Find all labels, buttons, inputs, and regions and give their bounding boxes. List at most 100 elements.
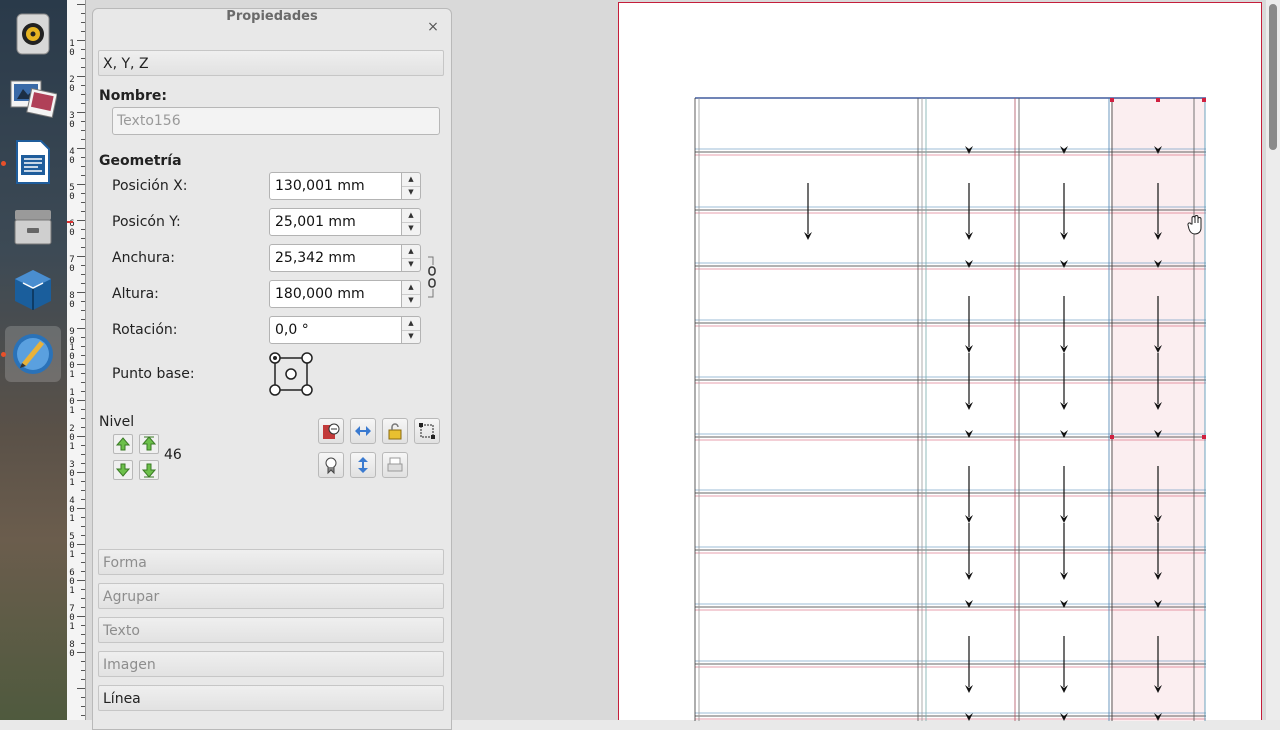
- ruler-tick: [81, 175, 85, 176]
- ruler-tick: [81, 85, 85, 86]
- ruler-tick: [81, 355, 85, 356]
- printing-icon[interactable]: [382, 452, 408, 478]
- position-y-stepper[interactable]: ▲ ▼: [402, 208, 421, 236]
- position-x-stepper[interactable]: ▲ ▼: [402, 172, 421, 200]
- ruler-number: 0: [69, 300, 75, 310]
- stepper-down-icon[interactable]: ▼: [402, 330, 420, 343]
- ruler-number: 0: [69, 84, 75, 94]
- stepper-up-icon[interactable]: ▲: [402, 281, 420, 295]
- ruler-tick: [81, 211, 85, 212]
- image-section-header[interactable]: Imagen: [98, 651, 444, 677]
- line-section-header[interactable]: Línea: [98, 685, 444, 711]
- rotation-stepper[interactable]: ▲ ▼: [402, 316, 421, 344]
- running-indicator: [1, 352, 6, 357]
- position-x-input[interactable]: 130,001 mm: [269, 172, 402, 200]
- lock-icon[interactable]: [382, 418, 408, 444]
- level-bottom-icon[interactable]: [139, 460, 159, 480]
- ruler-tick: [81, 229, 85, 230]
- hand-cursor-icon: [1186, 214, 1204, 240]
- height-input[interactable]: 180,000 mm: [269, 280, 402, 308]
- ruler-tick: [81, 22, 85, 23]
- ruler-tick: [81, 526, 85, 527]
- stepper-down-icon[interactable]: ▼: [402, 294, 420, 307]
- ruler-tick: [81, 166, 85, 167]
- ruler-number: 0: [69, 120, 75, 130]
- shape-section-header[interactable]: Forma: [98, 549, 444, 575]
- ruler-tick: [81, 310, 85, 311]
- ruler-tick: [77, 148, 85, 149]
- text-flow-around-icon[interactable]: [318, 452, 344, 478]
- ruler-tick: [81, 319, 85, 320]
- sound-app-icon[interactable]: [5, 6, 61, 62]
- stepper-up-icon[interactable]: ▲: [402, 245, 420, 259]
- virtualbox-icon[interactable]: [5, 262, 61, 318]
- scribus-icon[interactable]: [5, 326, 61, 382]
- ruler-number: 1: [69, 478, 75, 488]
- ruler-number: 1: [69, 622, 75, 632]
- ruler-tick: [77, 508, 85, 509]
- height-stepper[interactable]: ▲ ▼: [402, 280, 421, 308]
- height-label: Altura:: [112, 286, 159, 302]
- ruler-tick: [81, 58, 85, 59]
- arrow-head: [965, 146, 973, 154]
- stepper-up-icon[interactable]: ▲: [402, 209, 420, 223]
- ruler-number: 1: [69, 406, 75, 416]
- position-y-input[interactable]: 25,001 mm: [269, 208, 402, 236]
- ruler-tick: [81, 382, 85, 383]
- link-ratio-chain-icon[interactable]: [427, 255, 437, 303]
- name-label: Nombre:: [99, 88, 167, 104]
- level-up-icon[interactable]: [113, 434, 133, 454]
- arrow-head: [965, 260, 973, 268]
- width-input[interactable]: 25,342 mm: [269, 244, 402, 272]
- ruler-tick: [81, 247, 85, 248]
- name-input[interactable]: Texto156: [112, 107, 440, 135]
- level-down-icon[interactable]: [113, 460, 133, 480]
- stepper-up-icon[interactable]: ▲: [402, 317, 420, 331]
- ruler-tick: [81, 589, 85, 590]
- writer-icon[interactable]: [5, 134, 61, 190]
- ruler-tick: [81, 427, 85, 428]
- text-section-header[interactable]: Texto: [98, 617, 444, 643]
- close-icon[interactable]: ×: [425, 19, 441, 35]
- ruler-tick: [81, 346, 85, 347]
- flip-vertical-icon[interactable]: [350, 452, 376, 478]
- rotation-input[interactable]: 0,0 °: [269, 316, 402, 344]
- group-section-header[interactable]: Agrupar: [98, 583, 444, 609]
- base-point-selector-icon[interactable]: [269, 352, 313, 400]
- ruler-tick: [77, 112, 85, 113]
- ruler-tick: [81, 202, 85, 203]
- ruler-tick: [81, 562, 85, 563]
- file-manager-icon[interactable]: [5, 198, 61, 254]
- ruler-tick: [81, 283, 85, 284]
- ruler-tick: [81, 454, 85, 455]
- width-stepper[interactable]: ▲ ▼: [402, 244, 421, 272]
- ruler-tick: [77, 688, 85, 689]
- ruler-position-marker: [67, 221, 73, 223]
- stepper-down-icon[interactable]: ▼: [402, 258, 420, 271]
- ruler-tick: [81, 391, 85, 392]
- arrow-head: [1060, 146, 1068, 154]
- ruler-number: 0: [69, 228, 75, 238]
- flip-horizontal-icon[interactable]: [350, 418, 376, 444]
- stepper-up-icon[interactable]: ▲: [402, 173, 420, 187]
- xyz-section-header[interactable]: X, Y, Z: [98, 50, 444, 76]
- level-top-icon[interactable]: [139, 434, 159, 454]
- ruler-tick: [81, 634, 85, 635]
- image-viewer-icon[interactable]: [5, 70, 61, 126]
- ruler-number: 1: [69, 586, 75, 596]
- text-flow-icon[interactable]: [318, 418, 344, 444]
- vertical-ruler[interactable]: 1020304050607080901001101201301401501601…: [67, 0, 86, 720]
- shape-section-label: Forma: [103, 555, 147, 571]
- panel-title: Propiedades: [226, 9, 318, 24]
- ruler-tick: [81, 265, 85, 266]
- ruler-tick: [81, 661, 85, 662]
- ruler-number: 1: [69, 550, 75, 560]
- ruler-number: 1: [69, 442, 75, 452]
- document-page[interactable]: [618, 2, 1262, 721]
- stepper-down-icon[interactable]: ▼: [402, 186, 420, 199]
- stepper-down-icon[interactable]: ▼: [402, 222, 420, 235]
- size-lock-icon[interactable]: [414, 418, 440, 444]
- ruler-tick: [81, 598, 85, 599]
- ruler-number: 0: [69, 649, 75, 659]
- scrollbar-thumb[interactable]: [1269, 4, 1277, 150]
